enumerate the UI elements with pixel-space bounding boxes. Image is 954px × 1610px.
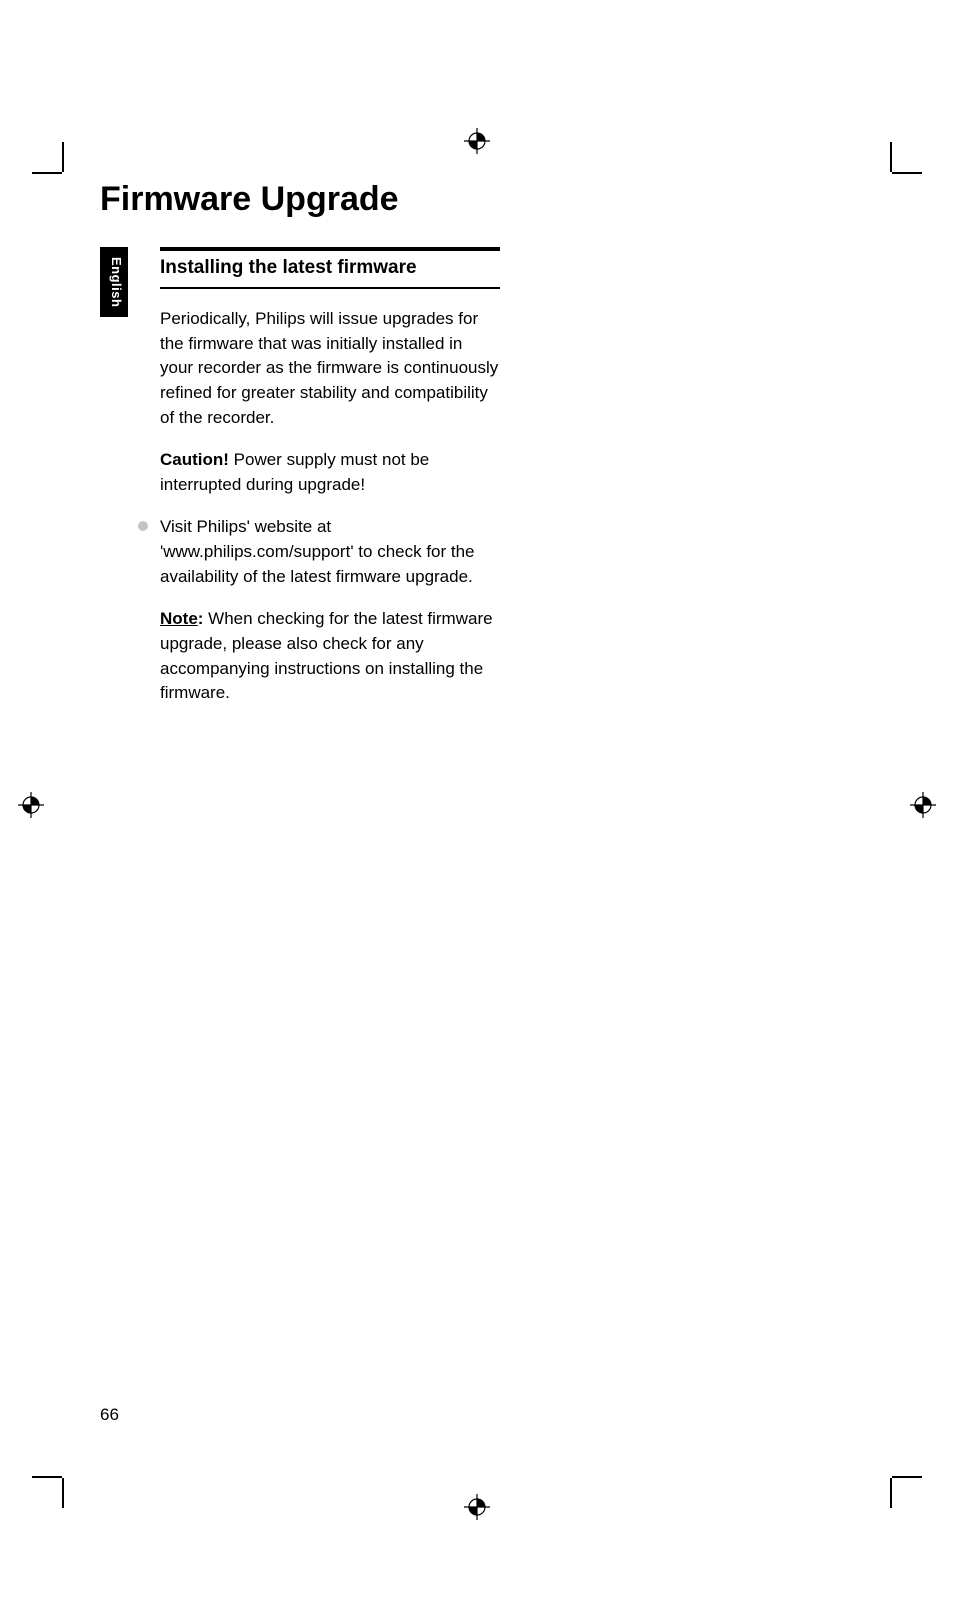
registration-mark-bottom (464, 1494, 490, 1520)
caution-label: Caution! (160, 450, 229, 469)
crop-mark-bottom-right (874, 1460, 904, 1490)
bullet-text: Visit Philips' website at 'www.philips.c… (160, 515, 500, 589)
bullet-item: Visit Philips' website at 'www.philips.c… (160, 515, 500, 589)
language-tab: English (100, 247, 128, 317)
registration-mark-right (910, 792, 936, 818)
crop-mark-top-right (874, 160, 904, 190)
registration-mark-top (464, 128, 490, 154)
crop-mark-bottom-left (50, 1460, 80, 1490)
content-area: English Installing the latest firmware P… (100, 247, 860, 724)
page-number: 66 (100, 1405, 119, 1425)
crop-mark-top-left (50, 160, 80, 190)
intro-paragraph: Periodically, Philips will issue upgrade… (160, 307, 500, 430)
page-title: Firmware Upgrade (100, 180, 860, 219)
note-label: Note (160, 609, 198, 628)
registration-mark-left (18, 792, 44, 818)
note-paragraph: Note: When checking for the latest firmw… (160, 607, 500, 706)
caution-paragraph: Caution! Power supply must not be interr… (160, 448, 500, 497)
note-text: When checking for the latest firmware up… (160, 609, 493, 702)
text-column: Installing the latest firmware Periodica… (160, 247, 500, 724)
bullet-icon (138, 521, 148, 531)
section-heading-bar: Installing the latest firmware (160, 247, 500, 289)
page-content: Firmware Upgrade English Installing the … (100, 180, 860, 724)
section-heading: Installing the latest firmware (160, 257, 500, 279)
